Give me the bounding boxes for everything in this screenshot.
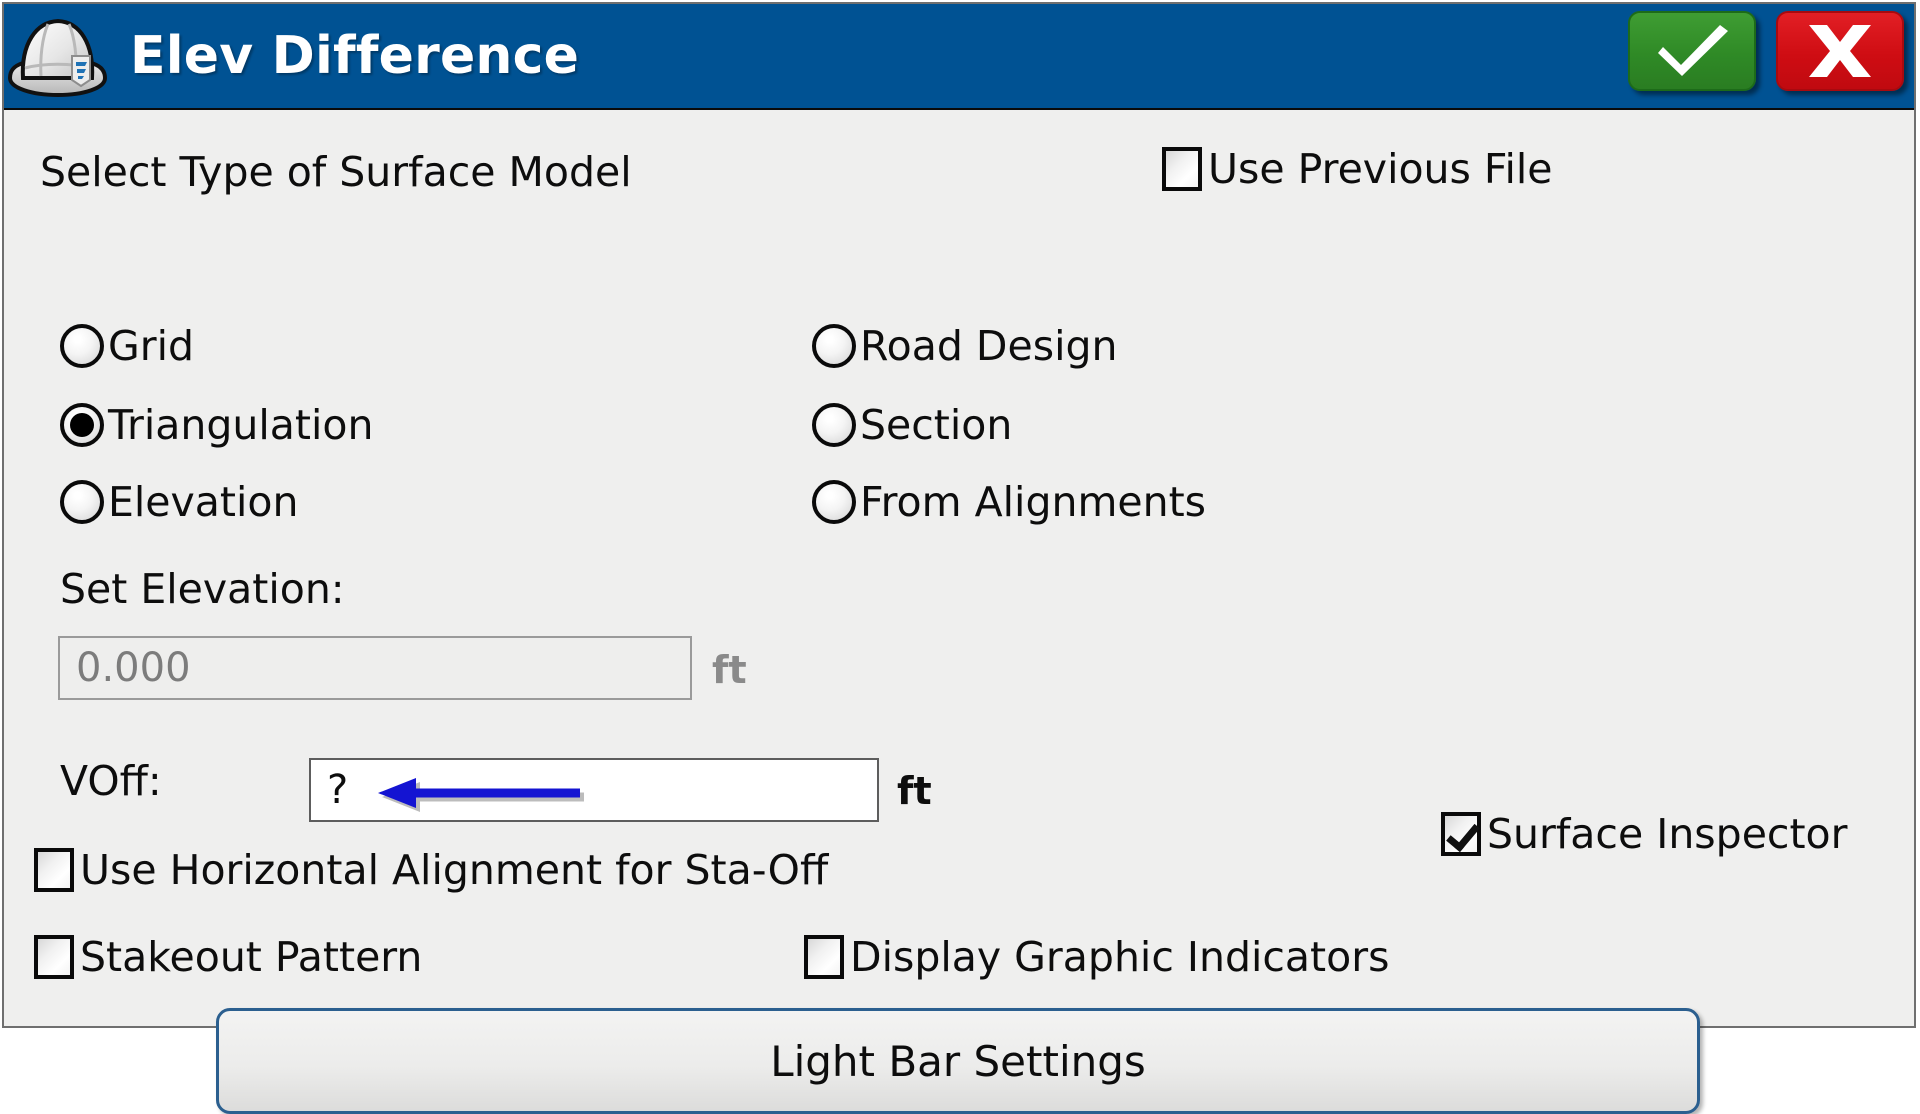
voff-input[interactable]: ? (309, 758, 879, 822)
radio-elevation-label: Elevation (108, 477, 299, 526)
radio-elevation[interactable]: Elevation (60, 480, 298, 524)
display-graphic-indicators-checkbox[interactable]: Display Graphic Indicators (804, 935, 1389, 979)
checkmark-icon (1658, 25, 1728, 76)
set-elevation-label: Set Elevation: (60, 565, 345, 613)
light-bar-settings-button[interactable]: Light Bar Settings (216, 1008, 1700, 1114)
checkbox-box (1162, 147, 1202, 191)
title-bar-actions (1628, 11, 1904, 91)
radio-from-alignments-label: From Alignments (860, 477, 1207, 526)
checkbox-box (804, 935, 844, 979)
radio-circle (812, 403, 856, 447)
elev-difference-dialog: Elev Difference Select Type of Surface M… (2, 2, 1916, 1114)
checkbox-box (34, 848, 74, 892)
use-horizontal-alignment-checkbox[interactable]: Use Horizontal Alignment for Sta-Off (34, 848, 828, 892)
cancel-button[interactable] (1776, 11, 1904, 91)
voff-unit: ft (897, 769, 932, 813)
checkbox-box-checked (1441, 812, 1481, 856)
confirm-button[interactable] (1628, 11, 1756, 91)
radio-grid-label: Grid (108, 321, 195, 370)
section-heading: Select Type of Surface Model (40, 148, 632, 196)
stakeout-pattern-checkbox[interactable]: Stakeout Pattern (34, 935, 422, 979)
set-elevation-unit: ft (712, 648, 747, 692)
voff-label: VOff: (60, 757, 162, 805)
radio-road-design[interactable]: Road Design (812, 324, 1117, 368)
title-bar: Elev Difference (4, 4, 1914, 110)
use-horizontal-alignment-label: Use Horizontal Alignment for Sta-Off (80, 845, 829, 894)
dialog-body: Select Type of Surface Model Use Previou… (4, 110, 1914, 1114)
checkbox-box (34, 935, 74, 979)
set-elevation-input[interactable]: 0.000 (58, 636, 692, 700)
radio-triangulation-label: Triangulation (108, 400, 374, 449)
radio-circle (60, 324, 104, 368)
surface-inspector-checkbox[interactable]: Surface Inspector (1441, 812, 1847, 856)
use-previous-file-label: Use Previous File (1208, 144, 1553, 193)
radio-section-label: Section (860, 400, 1013, 449)
surface-inspector-label: Surface Inspector (1487, 809, 1848, 858)
radio-road-design-label: Road Design (860, 321, 1118, 370)
radio-grid[interactable]: Grid (60, 324, 194, 368)
radio-circle (812, 480, 856, 524)
radio-circle (60, 480, 104, 524)
radio-from-alignments[interactable]: From Alignments (812, 480, 1206, 524)
window-title: Elev Difference (130, 26, 580, 86)
stakeout-pattern-label: Stakeout Pattern (80, 932, 423, 981)
close-x-icon (1809, 25, 1871, 77)
radio-section[interactable]: Section (812, 403, 1012, 447)
use-previous-file-checkbox[interactable]: Use Previous File (1162, 147, 1553, 191)
radio-circle (812, 324, 856, 368)
hard-hat-icon (4, 8, 112, 106)
radio-triangulation[interactable]: Triangulation (60, 403, 373, 447)
display-graphic-indicators-label: Display Graphic Indicators (850, 932, 1390, 981)
radio-circle-selected (60, 403, 104, 447)
